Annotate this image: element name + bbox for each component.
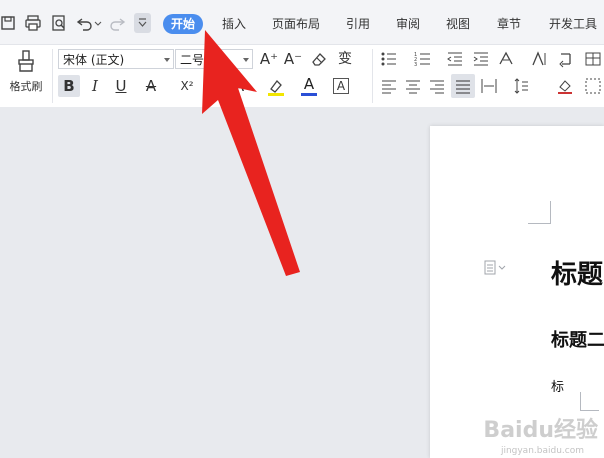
watermark-url: jingyan.baidu.com xyxy=(500,446,584,456)
shading-icon[interactable] xyxy=(556,77,574,95)
customize-quick-access-icon xyxy=(138,18,147,27)
align-right-icon[interactable] xyxy=(428,77,446,95)
justify-icon xyxy=(456,80,470,94)
table-icon[interactable] xyxy=(584,50,602,68)
heading-1-text[interactable]: 标题 xyxy=(551,254,603,291)
char-border-button[interactable]: A xyxy=(333,78,349,94)
format-painter-button[interactable]: 格式刷 xyxy=(4,47,48,97)
chinese-layout-icon[interactable] xyxy=(498,50,516,68)
redo-icon[interactable] xyxy=(108,14,126,32)
align-center-icon[interactable] xyxy=(404,77,422,95)
distributed-icon[interactable] xyxy=(480,77,498,95)
show-marks-icon[interactable] xyxy=(556,50,574,68)
increase-indent-icon[interactable] xyxy=(472,50,490,68)
document-outline-icon[interactable] xyxy=(484,260,508,276)
bullets-icon[interactable] xyxy=(380,50,398,68)
tab-insert[interactable]: 插入 xyxy=(222,16,246,32)
brush-icon xyxy=(18,50,34,72)
ribbon-separator xyxy=(52,49,53,103)
customize-quick-access-button[interactable] xyxy=(134,13,151,33)
undo-dropdown-icon[interactable] xyxy=(94,14,102,32)
clear-format-icon[interactable] xyxy=(310,50,328,68)
chevron-down-icon xyxy=(164,58,170,62)
format-painter-label: 格式刷 xyxy=(9,80,43,93)
sort-icon[interactable] xyxy=(530,50,548,68)
ribbon-tab-bar: 开始 插入 页面布局 引用 审阅 视图 章节 开发工具 xyxy=(0,0,604,44)
align-left-icon[interactable] xyxy=(380,77,398,95)
margin-corner-mark xyxy=(580,392,599,411)
shrink-font-button[interactable]: A⁻ xyxy=(282,48,304,70)
tab-home[interactable]: 开始 xyxy=(163,14,204,34)
font-name-select[interactable]: 宋体 (正文) xyxy=(58,49,174,69)
justify-button[interactable] xyxy=(451,74,475,98)
borders-icon[interactable] xyxy=(584,77,602,95)
tab-references[interactable]: 引用 xyxy=(346,16,370,32)
underline-button[interactable]: U xyxy=(110,75,132,97)
bold-button[interactable]: B xyxy=(58,75,80,97)
ribbon-home-panel: 格式刷 宋体 (正文) 二号 A⁺ A⁻ 变 B I U A X² A A A … xyxy=(0,44,604,108)
tab-chapter[interactable]: 章节 xyxy=(497,16,521,32)
undo-icon[interactable] xyxy=(76,14,94,32)
tab-page-layout[interactable]: 页面布局 xyxy=(272,16,320,32)
save-icon[interactable] xyxy=(0,14,18,32)
font-size-select[interactable]: 二号 xyxy=(175,49,253,69)
numbering-icon[interactable]: 123 xyxy=(414,50,432,68)
line-spacing-icon[interactable] xyxy=(512,77,530,95)
font-color-swatch xyxy=(301,93,317,96)
chevron-down-icon xyxy=(243,58,249,62)
margin-corner-mark xyxy=(528,201,551,224)
ribbon-separator xyxy=(372,49,373,103)
document-page[interactable]: 标题 标题二 标 xyxy=(430,126,604,458)
tab-view[interactable]: 视图 xyxy=(446,16,470,32)
superscript-button[interactable]: X² xyxy=(176,75,198,97)
phonetic-guide-icon[interactable]: 变 xyxy=(334,48,356,70)
strikethrough-button[interactable]: A xyxy=(140,75,162,97)
watermark-logo: Baidu经验 xyxy=(483,418,598,443)
print-preview-icon[interactable] xyxy=(50,14,68,32)
svg-text:3: 3 xyxy=(414,62,417,68)
print-icon[interactable] xyxy=(24,14,42,32)
tab-review[interactable]: 审阅 xyxy=(396,16,420,32)
decrease-indent-icon[interactable] xyxy=(446,50,464,68)
italic-button[interactable]: I xyxy=(84,75,106,97)
tab-developer-tools[interactable]: 开发工具 xyxy=(549,16,597,32)
text-effect-button[interactable]: A xyxy=(228,75,250,97)
grow-font-button[interactable]: A⁺ xyxy=(258,48,280,70)
body-text[interactable]: 标 xyxy=(551,376,564,395)
highlight-icon[interactable] xyxy=(266,77,286,97)
font-name-value: 宋体 (正文) xyxy=(63,53,125,67)
font-color-button[interactable]: A xyxy=(298,73,320,95)
heading-2-text[interactable]: 标题二 xyxy=(551,326,604,352)
font-size-value: 二号 xyxy=(180,53,205,67)
